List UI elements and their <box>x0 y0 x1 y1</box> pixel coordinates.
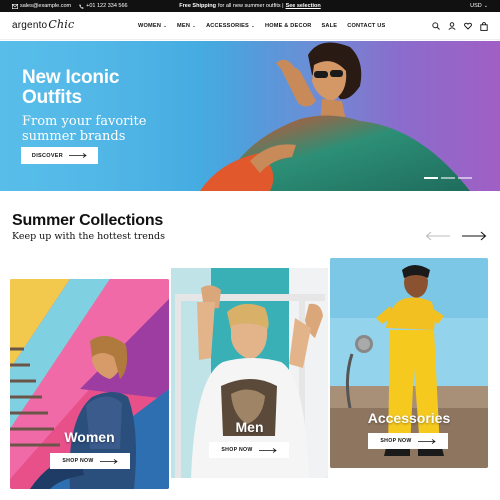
arrow-left-icon[interactable] <box>425 229 451 241</box>
slider-dot[interactable] <box>441 177 455 179</box>
hero-subtitle-line1: From your favorite <box>22 114 147 129</box>
search-icon[interactable] <box>431 22 440 31</box>
nav-item-men[interactable]: MEN ⌄ <box>177 23 196 29</box>
shop-now-label: SHOP NOW <box>221 447 253 453</box>
main-nav: WOMEN ⌄ MEN ⌄ ACCESSORIES ⌄ HOME & DECOR SA… <box>138 12 385 40</box>
nav-item-home-decor[interactable]: HOME & DECOR <box>265 23 312 29</box>
promo-link[interactable]: See selection <box>286 3 321 9</box>
nav-label: CONTACT US <box>347 23 386 29</box>
chevron-down-icon: ⌄ <box>483 3 488 9</box>
logo-script: Chic <box>48 18 75 31</box>
nav-label: HOME & DECOR <box>264 23 312 29</box>
card-title: Women <box>64 429 115 445</box>
arrow-right-icon <box>258 447 277 453</box>
slider-dot[interactable] <box>424 177 438 179</box>
shop-now-button[interactable]: SHOP NOW <box>209 442 289 458</box>
collection-card-women[interactable]: Women SHOP NOW <box>10 279 169 489</box>
carousel-arrows <box>425 229 487 241</box>
arrow-right-icon <box>69 153 87 158</box>
hero-model-image <box>200 42 470 191</box>
promo-text: for all new summer outfits | <box>217 3 284 9</box>
nav-item-contact[interactable]: CONTACT US <box>347 23 385 29</box>
nav-item-women[interactable]: WOMEN ⌄ <box>138 23 167 29</box>
currency-label: USD <box>470 3 482 9</box>
hero-subtitle: From your favorite summer brands <box>22 114 146 144</box>
chevron-down-icon: ⌄ <box>250 23 255 28</box>
shop-now-button[interactable]: SHOP NOW <box>368 433 448 449</box>
arrow-right-icon <box>99 458 118 464</box>
nav-label: WOMEN <box>138 23 162 29</box>
discover-button[interactable]: DISCOVER <box>21 147 98 164</box>
hero-banner: New Iconic Outfits From your favorite su… <box>0 41 500 191</box>
logo[interactable]: argento Chic <box>12 18 74 31</box>
chevron-down-icon: ⌄ <box>192 23 197 28</box>
shop-now-button[interactable]: SHOP NOW <box>50 453 130 469</box>
top-bar: sales@example.com +01 122 334 566 Free S… <box>0 0 500 12</box>
collection-card-accessories[interactable]: Accessories SHOP NOW <box>330 258 488 468</box>
slider-dot[interactable] <box>458 177 472 179</box>
promo-bold: Free Shipping <box>179 3 216 9</box>
logo-text: argento <box>12 20 48 31</box>
nav-item-sale[interactable]: SALE <box>322 23 338 29</box>
nav-label: ACCESSORIES <box>206 23 249 29</box>
collection-card-men[interactable]: Men SHOP NOW <box>171 268 328 478</box>
chevron-down-icon: ⌄ <box>163 23 168 28</box>
nav-item-accessories[interactable]: ACCESSORIES ⌄ <box>206 23 255 29</box>
hero-title: New Iconic Outfits <box>22 68 119 108</box>
section-title: Summer Collections <box>12 212 164 229</box>
nav-label: MEN <box>177 23 191 29</box>
hero-title-line2: Outfits <box>22 87 82 108</box>
hero-subtitle-line2: summer brands <box>22 129 126 144</box>
arrow-right-icon <box>417 438 436 444</box>
currency-selector[interactable]: USD ⌄ <box>470 0 488 12</box>
shop-now-label: SHOP NOW <box>62 458 94 464</box>
card-title: Men <box>235 419 264 435</box>
hero-title-line1: New Iconic <box>22 67 120 88</box>
discover-label: DISCOVER <box>31 152 64 159</box>
user-icon[interactable] <box>447 22 456 31</box>
shop-now-label: SHOP NOW <box>380 438 412 444</box>
cart-icon[interactable] <box>479 21 488 31</box>
arrow-right-icon[interactable] <box>461 229 487 241</box>
nav-label: SALE <box>321 23 338 29</box>
slider-dots <box>424 177 472 179</box>
heart-icon[interactable] <box>463 22 472 31</box>
site-header: argento Chic WOMEN ⌄ MEN ⌄ ACCESSORIES ⌄ HO… <box>0 12 500 40</box>
card-title: Accessories <box>367 410 451 426</box>
section-subtitle: Keep up with the hottest trends <box>12 231 165 242</box>
